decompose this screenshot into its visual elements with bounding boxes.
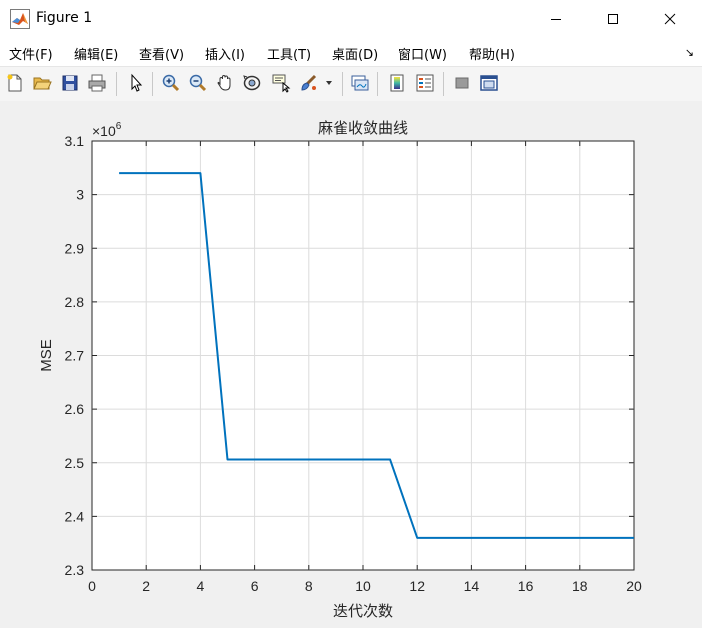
brush-button[interactable] [298,72,320,94]
new-file-icon [7,74,22,92]
toolbar-separator [152,72,153,96]
link-plot-button[interactable] [349,72,371,94]
x-tick-label: 4 [197,578,205,594]
toolbar-separator [116,72,117,96]
hand-icon [217,74,231,91]
x-tick-label: 10 [355,578,371,594]
hide-plot-tools-button[interactable] [451,72,473,94]
menu-overflow-icon[interactable]: ↘ [685,46,694,59]
menu-desktop[interactable]: 桌面(D) [332,44,378,63]
zoom-out-icon [189,74,207,92]
y-exponent-base: ×10 [92,123,116,139]
show-plot-tools-button[interactable] [478,72,500,94]
x-tick-label: 18 [572,578,588,594]
x-tick-label: 16 [518,578,534,594]
x-axis-label: 迭代次数 [333,602,393,620]
x-tick-label: 14 [464,578,480,594]
show-plot-tools-icon [480,75,498,91]
figure-toolbar [0,66,702,102]
toolbar-separator [342,72,343,96]
window-title: Figure 1 [36,10,93,26]
rotate-3d-button[interactable] [241,72,263,94]
y-tick-label: 3 [76,187,84,203]
colorbar-button[interactable] [386,72,408,94]
menu-bar: 文件(F) 编辑(E) 查看(V) 插入(I) 工具(T) 桌面(D) 窗口(W… [0,38,702,66]
y-tick-label: 2.8 [65,294,85,310]
dropdown-arrow-icon [326,81,332,85]
select-tool-button[interactable] [125,72,147,94]
colorbar-icon [390,74,404,92]
menu-edit[interactable]: 编辑(E) [74,44,118,63]
line-chart: 0 2 4 6 8 10 12 14 16 18 20 2.3 2.4 2.5 2.6 2.7 2.8 2.9 3 3… [38,119,642,620]
y-tick-label: 2.9 [65,240,85,256]
print-button[interactable] [86,72,108,94]
matlab-logo-icon [10,9,30,29]
y-tick-label: 2.7 [65,348,85,364]
minimize-icon [551,19,561,20]
data-cursor-button[interactable] [270,72,292,94]
minimize-button[interactable] [528,0,584,38]
y-axis-label: MSE [38,339,55,372]
x-tick-label: 6 [251,578,259,594]
open-file-button[interactable] [31,72,53,94]
close-icon [664,13,676,25]
y-exponent-label: ×106 [92,121,122,139]
x-tick-label: 8 [305,578,313,594]
menu-file[interactable]: 文件(F) [9,44,53,63]
zoom-in-icon [162,74,180,92]
brush-dropdown[interactable] [322,72,336,94]
x-tick-label: 2 [142,578,150,594]
legend-button[interactable] [414,72,436,94]
figure-canvas[interactable]: 0 2 4 6 8 10 12 14 16 18 20 2.3 2.4 2.5 2.6 2.7 2.8 2.9 3 3… [0,101,702,628]
y-exponent-power: 6 [116,121,122,132]
menu-window[interactable]: 窗口(W) [398,44,447,63]
y-tick-label: 3.1 [65,133,85,149]
rotate-3d-icon [243,75,261,91]
save-button[interactable] [59,72,81,94]
link-plot-icon [351,75,369,91]
printer-icon [88,74,106,92]
hide-plot-tools-icon [455,77,469,89]
maximize-button[interactable] [585,0,641,38]
x-tick-label: 20 [626,578,642,594]
toolbar-separator [377,72,378,96]
save-icon [62,75,78,91]
brush-icon [301,74,317,91]
zoom-out-button[interactable] [187,72,209,94]
new-figure-button[interactable] [4,72,26,94]
data-cursor-icon [272,74,291,93]
menu-insert[interactable]: 插入(I) [205,44,245,63]
chart-title: 麻雀收敛曲线 [318,119,408,137]
x-tick-label: 12 [409,578,425,594]
figure-window: Figure 1 文件(F) 编辑(E) 查看(V) 插入(I) 工具(T) 桌… [0,0,702,628]
legend-icon [416,74,434,92]
title-bar[interactable]: Figure 1 [0,0,702,38]
menu-help[interactable]: 帮助(H) [469,44,515,63]
close-button[interactable] [642,0,698,38]
folder-open-icon [33,77,52,90]
menu-tools[interactable]: 工具(T) [267,44,311,63]
menu-view[interactable]: 查看(V) [139,44,184,63]
x-tick-label: 0 [88,578,96,594]
y-tick-label: 2.3 [65,562,85,578]
pan-button[interactable] [214,72,236,94]
arrow-cursor-icon [131,73,143,92]
toolbar-separator [443,72,444,96]
y-tick-label: 2.4 [65,508,85,524]
maximize-icon [608,14,618,24]
y-tick-label: 2.5 [65,455,85,471]
zoom-in-button[interactable] [160,72,182,94]
y-tick-label: 2.6 [65,401,85,417]
